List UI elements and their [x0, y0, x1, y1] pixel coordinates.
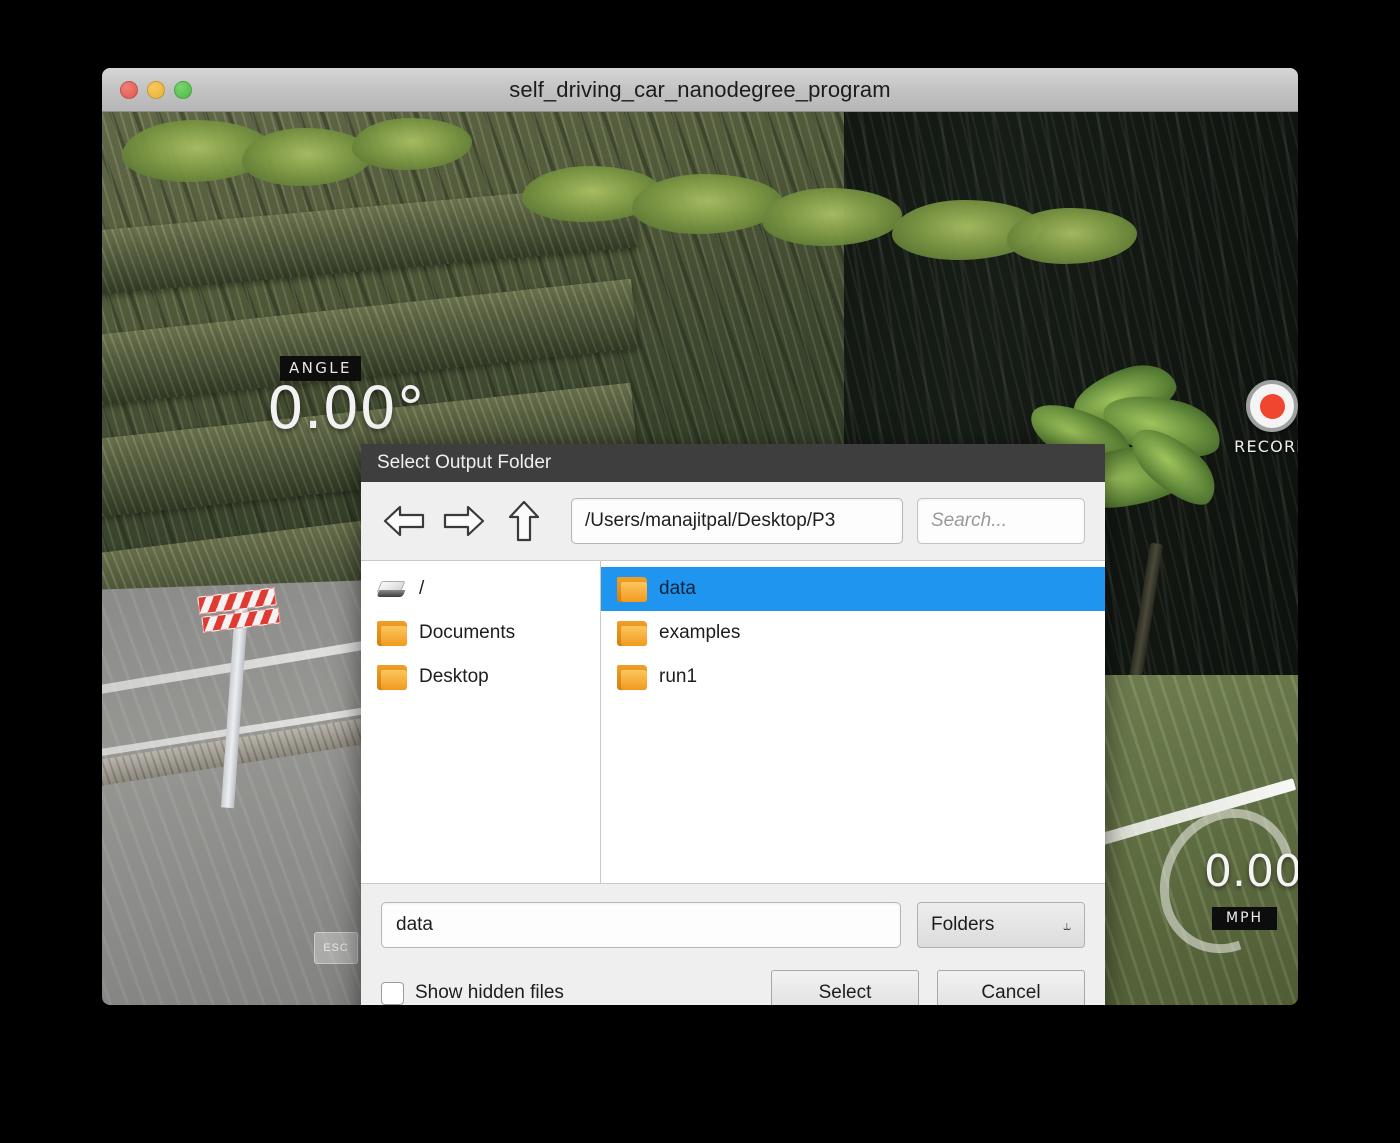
list-item-label: run1	[659, 666, 698, 687]
sidebar-item-desktop[interactable]: Desktop	[361, 655, 600, 699]
speedometer: 0.00 MPH	[1134, 785, 1298, 977]
window-title: self_driving_car_nanodegree_program	[509, 76, 891, 102]
folder-icon	[617, 576, 647, 602]
traffic-light-group	[120, 80, 192, 99]
dialog-title: Select Output Folder	[377, 452, 552, 473]
maximize-window-button[interactable]	[174, 80, 192, 99]
dialog-toolbar: /Users/manajitpal/Desktop/P3 Search...	[361, 482, 1105, 560]
record-dot-icon	[1259, 393, 1285, 419]
list-item[interactable]: run1	[601, 655, 1105, 699]
sidebar-item-label: /	[419, 578, 425, 599]
folder-icon	[377, 620, 407, 646]
angle-value: 0.00°	[267, 374, 426, 442]
footer-bottom-row: Show hidden files Select Cancel	[381, 970, 1085, 1005]
path-input[interactable]: /Users/manajitpal/Desktop/P3	[571, 498, 903, 544]
application-window: self_driving_car_nanodegree_program ANGL…	[102, 68, 1298, 1005]
list-item[interactable]: data	[601, 567, 1105, 611]
speed-unit-label: MPH	[1212, 907, 1278, 930]
list-item-label: examples	[659, 622, 741, 643]
places-sidebar: / Documents Desktop	[361, 561, 601, 883]
dialog-body: / Documents Desktop data examples run1	[361, 560, 1105, 884]
show-hidden-files-toggle[interactable]: Show hidden files	[381, 981, 564, 1005]
up-arrow-icon[interactable]	[501, 498, 547, 544]
record-control[interactable]: RECORD	[1212, 380, 1298, 456]
sidebar-item-label: Desktop	[419, 666, 489, 687]
footer-top-row: data Folders ⥿	[381, 902, 1085, 948]
show-hidden-files-label: Show hidden files	[415, 982, 564, 1003]
sidebar-item-documents[interactable]: Documents	[361, 611, 600, 655]
disk-icon	[376, 577, 407, 602]
esc-key-hint[interactable]: ESC	[314, 932, 358, 964]
minimize-window-button[interactable]	[147, 80, 165, 99]
filename-input[interactable]: data	[381, 902, 901, 948]
record-label: RECORD	[1234, 437, 1298, 456]
record-button[interactable]	[1246, 380, 1298, 432]
file-type-select[interactable]: Folders ⥿	[917, 902, 1085, 948]
window-titlebar: self_driving_car_nanodegree_program	[102, 68, 1298, 112]
dialog-titlebar: Select Output Folder	[361, 444, 1105, 482]
forward-arrow-icon[interactable]	[441, 498, 487, 544]
speed-value: 0.00	[1204, 846, 1298, 897]
show-hidden-files-checkbox[interactable]	[381, 981, 404, 1005]
file-type-value: Folders	[931, 914, 995, 935]
dialog-footer: data Folders ⥿ Show hidden files Select …	[361, 884, 1105, 1005]
select-output-folder-dialog: Select Output Folder /Users/manajitpal/D…	[361, 444, 1105, 1005]
back-arrow-icon[interactable]	[381, 498, 427, 544]
simulator-scene[interactable]: ANGLE 0.00° RECORD 0.00 MPH ESC Select O…	[102, 112, 1298, 1005]
folder-icon	[617, 620, 647, 646]
search-input[interactable]: Search...	[917, 498, 1085, 544]
file-list: data examples run1	[601, 561, 1105, 883]
list-item[interactable]: examples	[601, 611, 1105, 655]
folder-icon	[377, 664, 407, 690]
chevron-down-icon: ⥿	[1063, 916, 1071, 933]
select-button[interactable]: Select	[771, 970, 919, 1005]
sidebar-item-root[interactable]: /	[361, 567, 600, 611]
sidebar-item-label: Documents	[419, 622, 516, 643]
folder-icon	[617, 664, 647, 690]
cancel-button[interactable]: Cancel	[937, 970, 1085, 1005]
close-window-button[interactable]	[120, 80, 138, 99]
list-item-label: data	[659, 578, 696, 599]
